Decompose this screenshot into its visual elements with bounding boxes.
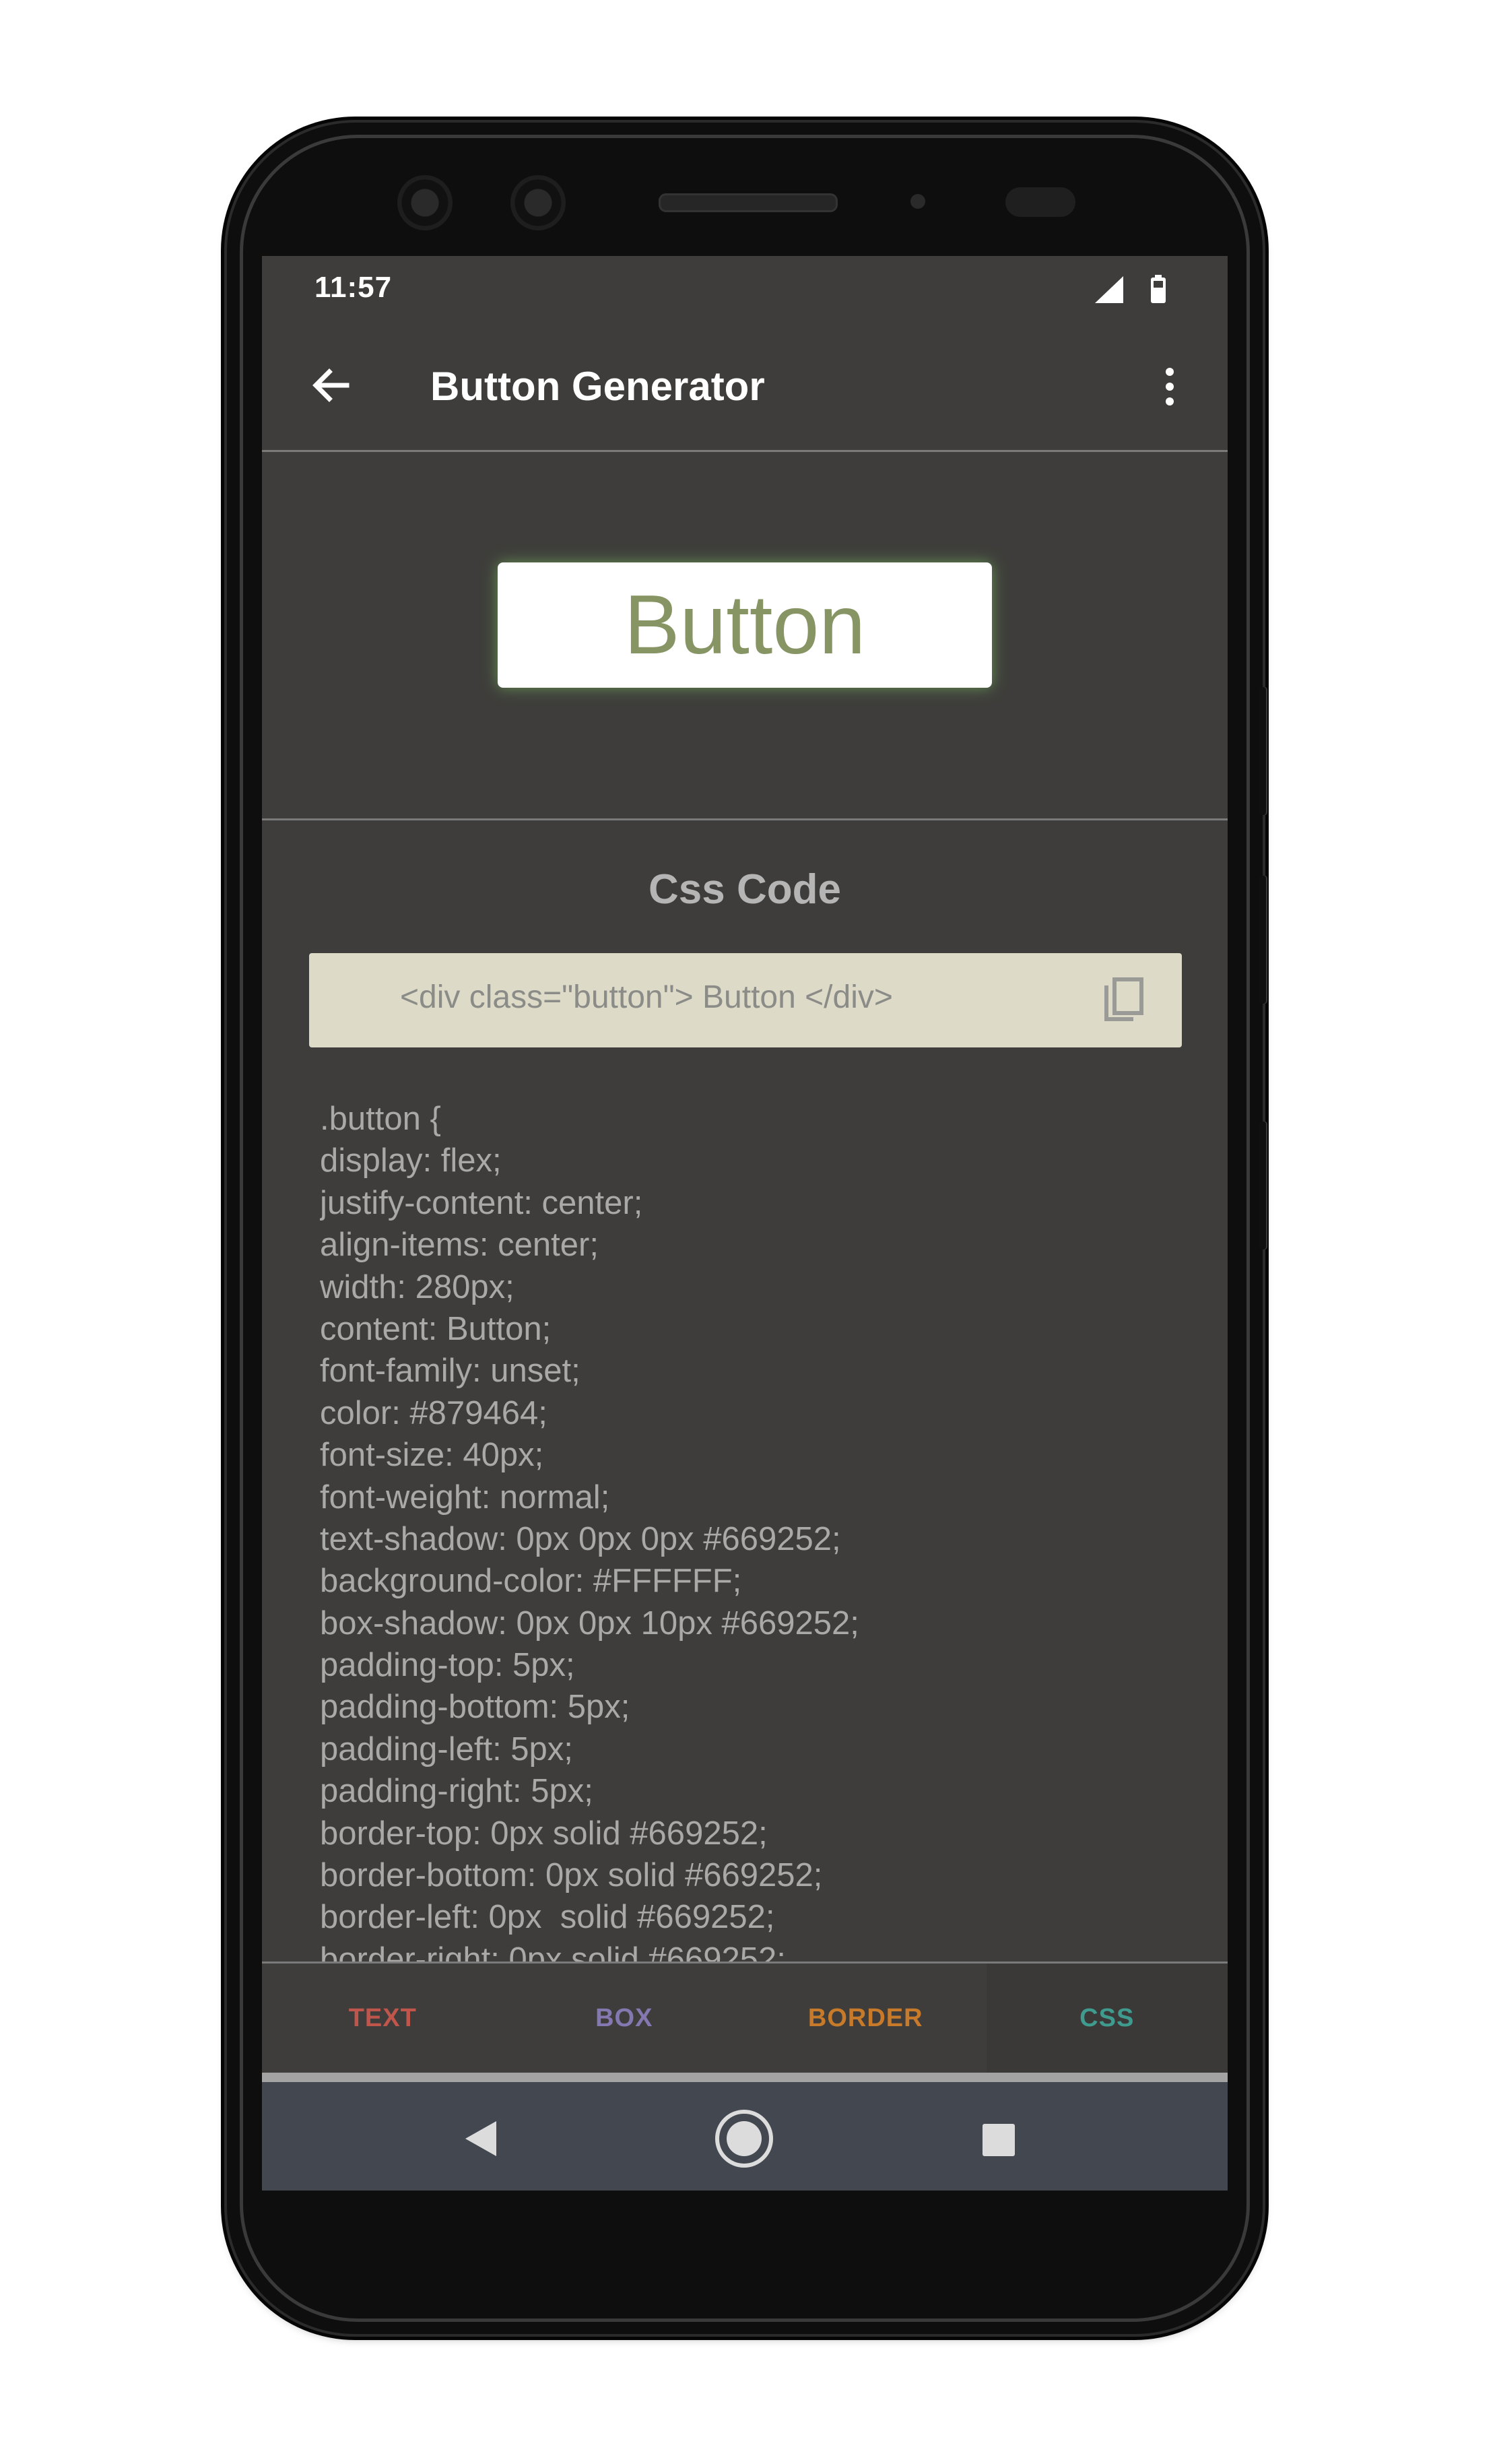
css-line: content: Button; (320, 1310, 552, 1347)
battery-icon (1151, 275, 1166, 303)
css-line: color: #879464; (320, 1394, 547, 1431)
bottom-tab-bar: TEXT BOX BORDER CSS (262, 1962, 1228, 2073)
html-snippet-text: <div class="button"> Button </div> (400, 979, 893, 1015)
tab-box[interactable]: BOX (504, 1964, 745, 2073)
arrow-left-icon[interactable] (302, 357, 359, 414)
css-line: padding-top: 5px; (320, 1647, 575, 1684)
css-line: background-color: #FFFFFF; (320, 1563, 742, 1600)
tab-indicator-strip (262, 2073, 1228, 2082)
button-preview-area: Button (262, 452, 1228, 818)
css-line: padding-right: 5px; (320, 1773, 593, 1810)
nav-back-triangle-icon[interactable] (464, 2120, 498, 2158)
css-line: width: 280px; (320, 1268, 514, 1305)
app-screen: 11:57 Button Generator Button Css Code <… (262, 256, 1228, 2191)
front-camera-left (397, 175, 453, 230)
signal-icon (1095, 276, 1123, 303)
tab-text[interactable]: TEXT (262, 1964, 504, 2073)
system-nav-bar (262, 2082, 1228, 2191)
copy-icon[interactable] (1101, 977, 1144, 1025)
light-sensor (1005, 187, 1075, 217)
app-bar: Button Generator (262, 323, 1228, 450)
css-code-list: .button { display: flex; justify-content… (320, 1098, 1175, 1962)
css-line: .button { (320, 1101, 441, 1137)
css-line: padding-bottom: 5px; (320, 1689, 630, 1726)
css-line: justify-content: center; (320, 1184, 643, 1221)
css-line: border-top: 0px solid #669252; (320, 1815, 768, 1852)
css-line: align-items: center; (320, 1227, 599, 1264)
tab-css[interactable]: CSS (986, 1964, 1228, 2073)
css-line: display: flex; (320, 1142, 502, 1179)
earpiece-speaker (659, 193, 838, 212)
css-line: border-left: 0px solid #669252; (320, 1899, 775, 1936)
more-vertical-icon[interactable] (1156, 358, 1183, 415)
html-snippet-box: <div class="button"> Button </div> (309, 953, 1182, 1047)
front-camera-right (510, 175, 566, 230)
nav-home-circle-icon[interactable] (713, 2108, 775, 2170)
css-line: border-right: 0px solid #669252; (320, 1941, 786, 1962)
power-button (1259, 876, 1267, 1004)
status-time: 11:57 (314, 271, 393, 304)
nav-recents-square-icon[interactable] (981, 2122, 1016, 2158)
page-title: Button Generator (430, 364, 765, 409)
css-line: font-family: unset; (320, 1353, 580, 1390)
css-line: text-shadow: 0px 0px 0px #669252; (320, 1520, 841, 1557)
preview-button[interactable]: Button (498, 562, 992, 688)
css-code-title: Css Code (648, 866, 841, 913)
css-line: font-size: 40px; (320, 1437, 544, 1474)
tab-border[interactable]: BORDER (745, 1964, 987, 2073)
css-line: font-weight: normal; (320, 1479, 610, 1516)
side-key (1259, 1122, 1267, 1250)
volume-button (1259, 687, 1267, 815)
proximity-sensor (910, 194, 925, 209)
status-bar: 11:57 (262, 256, 1228, 323)
css-line: padding-left: 5px; (320, 1730, 573, 1768)
preview-divider (262, 818, 1228, 820)
css-line: border-bottom: 0px solid #669252; (320, 1857, 823, 1894)
css-line: box-shadow: 0px 0px 10px #669252; (320, 1604, 859, 1642)
